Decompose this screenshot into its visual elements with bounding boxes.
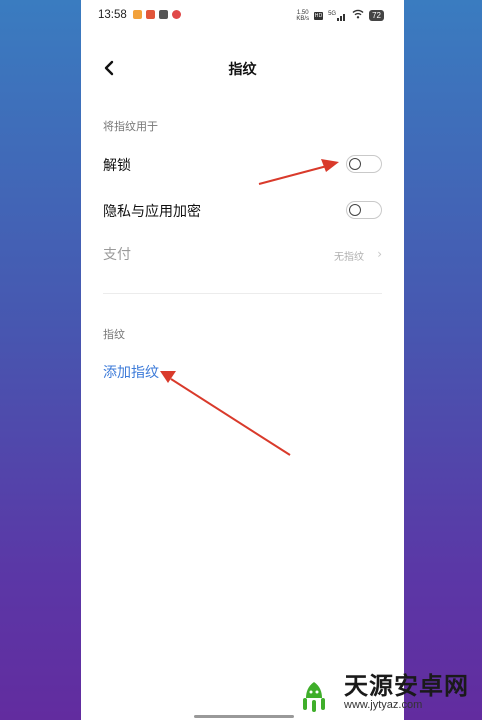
section-title-usage: 将指纹用于 (103, 120, 158, 133)
privacy-encryption-label: 隐私与应用加密 (103, 204, 201, 220)
status-indicators: 1.50 KB/s HD 5G 72 (296, 9, 384, 22)
signal-icon: 5G (328, 11, 347, 21)
status-time: 13:58 (98, 9, 127, 21)
android-logo-icon (299, 672, 329, 712)
home-indicator (194, 715, 294, 718)
header: 指纹 (81, 50, 404, 86)
watermark-text: 天源安卓网 www.jytyaz.com (344, 673, 469, 712)
phone-screen: 13:58 1.50 KB/s HD 5G 72 指纹 将指纹用于 解锁 隐私与… (81, 0, 404, 720)
privacy-encryption-row[interactable]: 隐私与应用加密 (81, 192, 404, 228)
section-title-fingerprint: 指纹 (103, 328, 125, 341)
battery-icon: 72 (369, 10, 384, 21)
notification-app-icon (133, 10, 142, 19)
notification-app-icon (146, 10, 155, 19)
wifi-icon (352, 9, 364, 22)
unlock-label: 解锁 (103, 158, 131, 174)
notification-app-icon (172, 10, 181, 19)
toggle-knob (349, 203, 361, 216)
payment-row: 支付 无指纹 › (81, 235, 404, 271)
hd-icon: HD (314, 11, 324, 20)
unlock-toggle[interactable] (346, 155, 382, 173)
network-speed: 1.50 KB/s (296, 9, 310, 22)
payment-label: 支付 (103, 247, 131, 263)
watermark-url: www.jytyaz.com (344, 698, 423, 711)
annotation-arrow-add-fingerprint (160, 371, 291, 456)
annotation-arrows (160, 159, 339, 456)
status-bar: 13:58 1.50 KB/s HD 5G 72 (81, 0, 404, 30)
section-divider (103, 293, 382, 294)
chevron-right-icon: › (377, 247, 382, 261)
payment-status: 无指纹 (334, 252, 364, 263)
page-title: 指纹 (228, 62, 257, 78)
add-fingerprint-link[interactable]: 添加指纹 (103, 362, 159, 382)
unlock-row[interactable]: 解锁 (81, 146, 404, 182)
watermark: 天源安卓网 www.jytyaz.com (290, 668, 480, 716)
privacy-encryption-toggle[interactable] (346, 201, 382, 219)
toggle-knob (349, 157, 361, 170)
notification-app-icon (159, 10, 168, 19)
watermark-title: 天源安卓网 (344, 671, 469, 700)
